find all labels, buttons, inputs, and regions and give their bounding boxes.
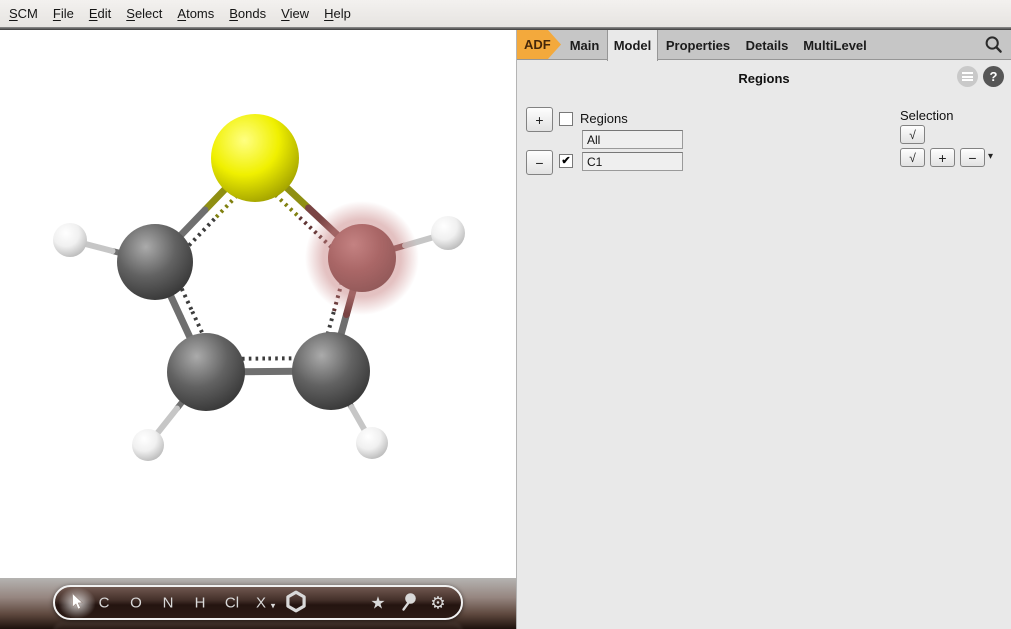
molecule-viewport[interactable] xyxy=(0,30,516,578)
regions-label: Regions xyxy=(580,111,628,126)
remove-region-button[interactable]: − xyxy=(526,150,553,175)
tab-main[interactable]: Main xyxy=(563,30,606,60)
element-x-button[interactable]: X xyxy=(256,595,266,610)
menu-atoms[interactable]: Atoms xyxy=(176,4,215,23)
element-n-button[interactable]: N xyxy=(163,595,174,610)
element-h-button[interactable]: H xyxy=(195,595,206,610)
menu-scm[interactable]: SCM xyxy=(8,4,39,23)
panel-title: Regions xyxy=(517,71,1011,86)
magnifier-glyph xyxy=(984,35,1004,55)
atom-S1[interactable] xyxy=(211,114,299,202)
regions-checkbox[interactable] xyxy=(559,112,573,126)
atom-H4[interactable] xyxy=(356,427,388,459)
hexagon-icon xyxy=(285,590,307,612)
hamburger-icon xyxy=(962,72,973,81)
menu-select[interactable]: Select xyxy=(125,4,163,23)
balloon-tool-icon[interactable] xyxy=(399,591,417,614)
selection-add-button[interactable]: + xyxy=(930,148,955,167)
bottom-toolbar-strip: C O N H Cl X ▾ ★ ⚙ xyxy=(0,578,516,629)
atom-tool-pill: C O N H Cl X ▾ ★ ⚙ xyxy=(53,585,463,620)
menu-help[interactable]: Help xyxy=(323,4,352,23)
tab-multilevel[interactable]: MultiLevel xyxy=(797,30,873,60)
menu-view[interactable]: View xyxy=(280,4,310,23)
panel-menu-button[interactable] xyxy=(957,66,978,87)
element-cl-button[interactable]: Cl xyxy=(225,595,239,610)
selection-dropdown-arrow[interactable]: ▾ xyxy=(988,151,993,162)
region-c1-field[interactable] xyxy=(582,152,683,171)
tab-details[interactable]: Details xyxy=(741,30,793,60)
selection-halo xyxy=(305,201,419,315)
atom-H1[interactable] xyxy=(53,223,87,257)
balloon-icon xyxy=(399,591,417,611)
selection-label: Selection xyxy=(900,108,953,123)
menu-edit[interactable]: Edit xyxy=(88,4,112,23)
selection-remove-button[interactable]: − xyxy=(960,148,985,167)
cursor-arrow-icon xyxy=(70,592,85,610)
pointer-tool-icon[interactable] xyxy=(70,592,85,613)
tab-bar: ADF Main Model Properties Details MultiL… xyxy=(517,30,1011,60)
tab-model[interactable]: Model xyxy=(607,30,658,61)
add-region-button[interactable]: + xyxy=(526,107,553,132)
star-tool-icon[interactable]: ★ xyxy=(370,594,385,611)
atom-H2[interactable] xyxy=(431,216,465,250)
menu-file[interactable]: File xyxy=(52,4,75,23)
menu-bonds[interactable]: Bonds xyxy=(228,4,267,23)
element-o-button[interactable]: O xyxy=(130,595,142,610)
ring-tool-icon[interactable] xyxy=(285,590,307,615)
help-button[interactable]: ? xyxy=(983,66,1004,87)
molecule-canvas[interactable] xyxy=(0,30,516,578)
atom-C4[interactable] xyxy=(292,332,370,410)
search-icon[interactable] xyxy=(984,35,1004,55)
element-x-dropdown-arrow[interactable]: ▾ xyxy=(271,601,276,612)
right-panel: ADF Main Model Properties Details MultiL… xyxy=(517,30,1011,629)
pill-reflection xyxy=(53,622,463,629)
region-all-field[interactable] xyxy=(582,130,683,149)
element-c-button[interactable]: C xyxy=(99,595,110,610)
atom-H3[interactable] xyxy=(132,429,164,461)
tab-adf[interactable]: ADF xyxy=(517,30,561,59)
region-c1-checkbox[interactable] xyxy=(559,154,573,168)
selection-check-button[interactable]: √ xyxy=(900,148,925,167)
selection-check-button-top[interactable]: √ xyxy=(900,125,925,144)
adf-input-window: SCM File Edit Select Atoms Bonds View He… xyxy=(0,0,1011,629)
gear-tool-icon[interactable]: ⚙ xyxy=(430,594,445,611)
atom-C2[interactable] xyxy=(117,224,193,300)
tab-properties[interactable]: Properties xyxy=(659,30,737,60)
atom-C3[interactable] xyxy=(167,333,245,411)
menu-bar: SCM File Edit Select Atoms Bonds View He… xyxy=(0,0,1011,27)
